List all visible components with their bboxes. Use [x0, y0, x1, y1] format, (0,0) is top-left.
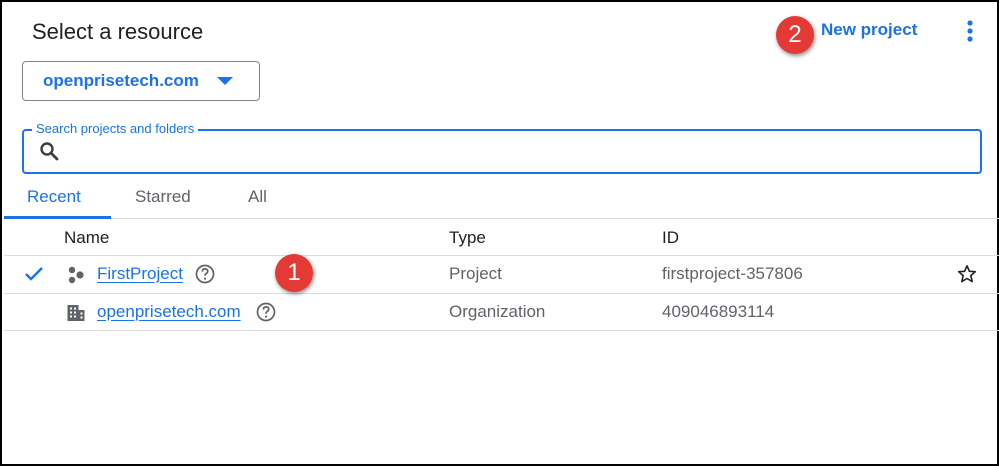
column-header-id[interactable]: ID: [662, 228, 679, 248]
help-icon[interactable]: [256, 302, 276, 322]
organization-name-link[interactable]: openprisetech.com: [97, 302, 241, 322]
organization-icon: [67, 305, 85, 321]
type-cell: Organization: [449, 302, 546, 321]
tab-recent[interactable]: Recent: [27, 187, 81, 207]
tabs-divider: [4, 218, 999, 219]
help-icon[interactable]: [195, 264, 215, 284]
table-divider: [4, 330, 999, 331]
column-header-name[interactable]: Name: [64, 228, 109, 248]
table-row[interactable]: FirstProject Project firstproject-357806: [4, 256, 999, 293]
star-icon[interactable]: [957, 264, 977, 284]
caret-down-icon: [217, 77, 233, 85]
column-header-type[interactable]: Type: [449, 228, 486, 248]
project-icon: [68, 266, 84, 284]
resource-dialog: Select a resource 2 New project openpris…: [0, 0, 999, 466]
annotation-badge-1: 1: [275, 254, 313, 292]
active-tab-indicator: [4, 216, 111, 219]
tab-starred[interactable]: Starred: [135, 187, 191, 207]
id-cell: firstproject-357806: [662, 264, 803, 283]
dialog-title: Select a resource: [32, 19, 204, 44]
search-icon: [40, 142, 59, 161]
project-name-link[interactable]: FirstProject: [97, 264, 183, 284]
tab-all[interactable]: All: [248, 187, 267, 207]
organization-selector[interactable]: openprisetech.com: [22, 61, 260, 101]
table-row[interactable]: openprisetech.com Organization 409046893…: [4, 294, 999, 331]
organization-selector-value: openprisetech.com: [43, 71, 199, 90]
id-cell: 409046893114: [662, 302, 775, 321]
check-icon: [25, 267, 43, 281]
more-vert-icon[interactable]: [960, 18, 980, 44]
search-input[interactable]: [66, 134, 966, 168]
type-cell: Project: [449, 264, 502, 283]
annotation-badge-2: 2: [776, 16, 814, 54]
new-project-button[interactable]: New project: [821, 20, 917, 40]
